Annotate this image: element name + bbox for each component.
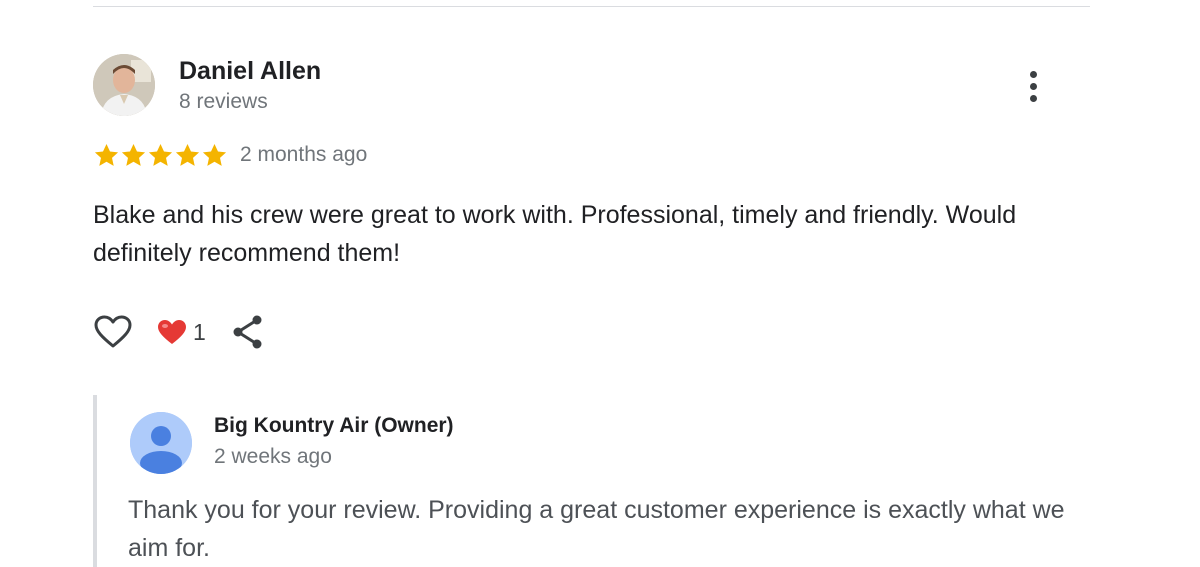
person-icon: [130, 412, 192, 474]
heart-outline-icon: [94, 315, 132, 348]
more-options-button[interactable]: [1019, 66, 1047, 106]
owner-name: Big Kountry Air (Owner): [214, 414, 454, 437]
author-review-count: 8 reviews: [179, 90, 268, 113]
owner-reply-date: 2 weeks ago: [214, 445, 332, 468]
review-date: 2 months ago: [240, 143, 368, 166]
review-actions: 1: [93, 312, 266, 352]
heart-emoji-icon: [158, 320, 186, 344]
review-text: Blake and his crew were great to work wi…: [93, 201, 1017, 267]
more-vert-icon: [1029, 70, 1037, 78]
like-button[interactable]: [93, 312, 133, 352]
star-rating: [93, 142, 228, 169]
reaction-count: 1: [193, 318, 206, 345]
avatar[interactable]: [93, 54, 155, 116]
author-name[interactable]: Daniel Allen: [179, 56, 321, 86]
top-divider: [93, 6, 1090, 7]
author-photo: [93, 54, 155, 116]
more-vert-icon-dot: [1029, 82, 1037, 90]
owner-reply: Big Kountry Air (Owner) 2 weeks ago Than…: [93, 395, 1094, 567]
reaction-heart[interactable]: 1: [157, 319, 206, 346]
share-button[interactable]: [230, 312, 266, 352]
star-icon: [175, 143, 200, 166]
rating-row: 2 months ago: [93, 140, 367, 170]
review-card-page: Daniel Allen 8 reviews 2 months ago Blak…: [0, 0, 1200, 567]
star-icon: [148, 143, 173, 166]
share-icon: [233, 315, 262, 349]
star-icon: [202, 143, 227, 166]
more-vert-icon-dot: [1029, 94, 1037, 102]
owner-reply-text: Thank you for your review. Providing a g…: [128, 496, 1065, 562]
star-icon: [94, 143, 119, 166]
star-icon: [121, 143, 146, 166]
owner-avatar: [130, 412, 192, 474]
